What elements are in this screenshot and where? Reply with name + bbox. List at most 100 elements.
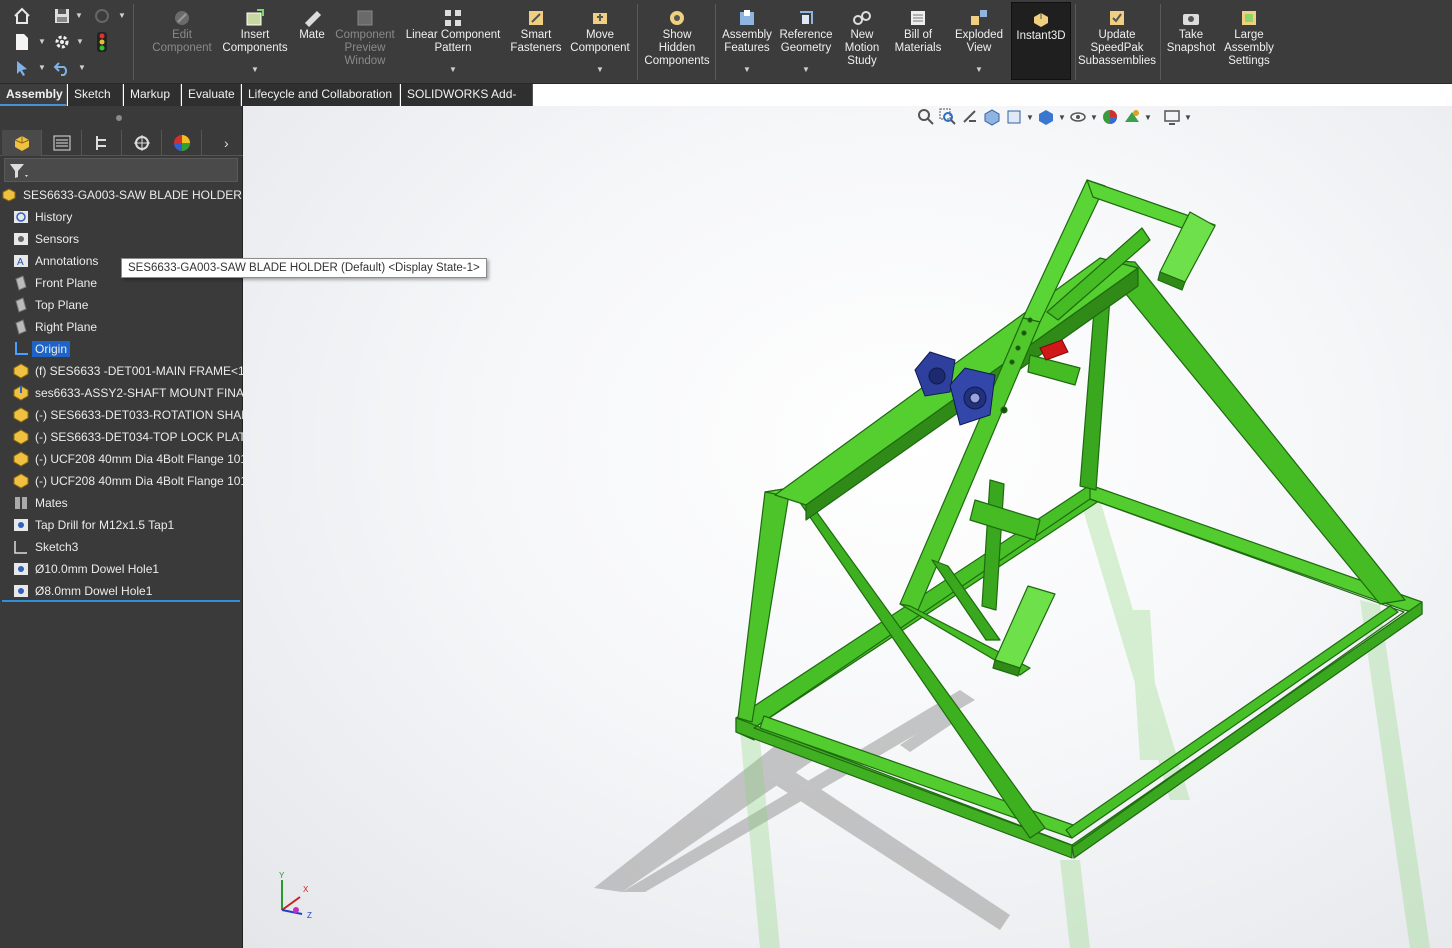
preview-window-icon xyxy=(357,10,373,26)
move-component-dropdown-icon[interactable]: ▼ xyxy=(596,63,604,76)
tree-item-flange-1[interactable]: (-) UCF208 40mm Dia 4Bolt Flange 101( xyxy=(0,448,243,470)
tab-solidworks-addins[interactable]: SOLIDWORKS Add-Ins xyxy=(401,84,533,122)
coordinate-triad: Y X Z xyxy=(279,871,312,920)
home-icon[interactable] xyxy=(12,6,32,26)
display-manager-icon xyxy=(173,135,190,151)
property-manager-tab[interactable] xyxy=(42,130,82,156)
bill-of-materials-button[interactable]: Bill of Materials xyxy=(894,2,942,80)
display-manager-tab[interactable] xyxy=(162,130,202,156)
undo-dropdown-icon[interactable]: ▼ xyxy=(78,64,86,72)
select-dropdown-icon[interactable]: ▼ xyxy=(38,64,46,72)
toolbar-divider xyxy=(133,4,134,80)
assembly-features-icon xyxy=(740,10,754,25)
new-dropdown-icon[interactable]: ▼ xyxy=(38,38,46,46)
filter-icon xyxy=(10,164,28,178)
reference-geometry-dropdown-icon[interactable]: ▼ xyxy=(802,63,810,76)
toolbar-divider xyxy=(637,4,638,80)
panel-tabs-more-icon[interactable]: › xyxy=(224,135,229,151)
move-component-button[interactable]: Move Component ▼ xyxy=(568,2,632,80)
tree-item-sensors[interactable]: Sensors xyxy=(0,228,243,250)
take-snapshot-button[interactable]: Take Snapshot xyxy=(1163,2,1219,80)
save-dropdown-icon[interactable]: ▼ xyxy=(75,12,83,20)
part-icon xyxy=(12,451,30,467)
annotations-icon: A xyxy=(12,253,30,269)
command-manager-tabs: Assembly Sketch Markup Evaluate Lifecycl… xyxy=(0,84,1452,122)
tree-item-main-frame[interactable]: (f) SES6633 -DET001-MAIN FRAME<1> xyxy=(0,360,243,382)
toolbar-divider xyxy=(1075,4,1076,80)
main-frame xyxy=(735,179,1423,859)
tab-lifecycle-collaboration[interactable]: Lifecycle and Collaboration xyxy=(242,84,400,106)
large-assembly-settings-button[interactable]: Large Assembly Settings xyxy=(1222,2,1276,80)
new-document-icon[interactable] xyxy=(12,32,32,52)
rebuild-icon xyxy=(92,6,112,26)
save-icon[interactable] xyxy=(52,6,72,26)
instant3d-button[interactable]: Instant3D xyxy=(1011,2,1071,80)
dimxpert-icon xyxy=(133,135,150,151)
triad-y-label: Y xyxy=(279,871,285,880)
insert-dropdown-icon[interactable]: ▼ xyxy=(251,63,259,76)
part-icon xyxy=(12,473,30,489)
origin-icon xyxy=(12,341,30,357)
tree-item-history[interactable]: History xyxy=(0,206,243,228)
traffic-light-icon[interactable] xyxy=(92,32,112,52)
tree-item-sketch3[interactable]: Sketch3 xyxy=(0,536,243,558)
undo-icon[interactable] xyxy=(52,58,72,78)
assembly-features-dropdown-icon[interactable]: ▼ xyxy=(743,63,751,76)
panel-grip-icon[interactable] xyxy=(116,115,122,121)
toolbar-divider xyxy=(715,4,716,80)
reference-geometry-icon xyxy=(800,11,813,24)
feature-manager-tab[interactable] xyxy=(2,130,42,156)
tree-item-dowel-hole-8[interactable]: Ø8.0mm Dowel Hole1 xyxy=(0,580,243,602)
reference-geometry-button[interactable]: Reference Geometry ▼ xyxy=(778,2,834,80)
model-view[interactable]: Y X Z xyxy=(243,106,1452,948)
tree-filter[interactable] xyxy=(4,158,238,182)
tree-item-flange-2[interactable]: (-) UCF208 40mm Dia 4Bolt Flange 101( xyxy=(0,470,243,492)
show-hidden-components-button[interactable]: Show Hidden Components xyxy=(642,2,712,80)
exploded-view-dropdown-icon[interactable]: ▼ xyxy=(975,63,983,76)
linear-component-pattern-button[interactable]: Linear Component Pattern ▼ xyxy=(404,2,502,80)
insert-components-button[interactable]: Insert Components ▼ xyxy=(220,2,290,80)
update-speedpak-button[interactable]: Update SpeedPak Subassemblies xyxy=(1078,2,1156,80)
component-preview-window-button[interactable]: Component Preview Window xyxy=(332,2,398,80)
hole-icon xyxy=(12,517,30,533)
mate-icon xyxy=(304,10,322,28)
tab-sketch[interactable]: Sketch xyxy=(68,84,123,106)
snapshot-icon xyxy=(1183,14,1199,25)
triad-z-axis xyxy=(281,909,303,915)
tree-item-shaft-mount[interactable]: ses6633-ASSY2-SHAFT MOUNT FINAL< xyxy=(0,382,243,404)
tree-item-top-lock-plate[interactable]: (-) SES6633-DET034-TOP LOCK PLATE< xyxy=(0,426,243,448)
tree-root-assembly[interactable]: SES6633-GA003-SAW BLADE HOLDER (Defa xyxy=(0,184,243,206)
mates-icon xyxy=(12,495,30,511)
new-motion-study-button[interactable]: New Motion Study xyxy=(838,2,886,80)
linear-pattern-dropdown-icon[interactable]: ▼ xyxy=(449,63,457,76)
dimxpert-manager-tab[interactable] xyxy=(122,130,162,156)
select-cursor-icon[interactable] xyxy=(12,58,32,78)
exploded-view-button[interactable]: Exploded View ▼ xyxy=(950,2,1008,80)
tree-item-tap-drill[interactable]: Tap Drill for M12x1.5 Tap1 xyxy=(0,514,243,536)
hole-icon xyxy=(12,583,30,599)
tab-markup[interactable]: Markup xyxy=(124,84,181,106)
instant3d-icon xyxy=(1034,13,1048,27)
options-dropdown-icon[interactable]: ▼ xyxy=(76,38,84,46)
tree-item-mates[interactable]: Mates xyxy=(0,492,243,514)
assembly-features-button[interactable]: Assembly Features ▼ xyxy=(720,2,774,80)
smart-fasteners-button[interactable]: Smart Fasteners xyxy=(508,2,564,80)
mate-button[interactable]: Mate xyxy=(292,2,332,80)
tree-item-rotation-shaft[interactable]: (-) SES6633-DET033-ROTATION SHAFT< xyxy=(0,404,243,426)
tree-item-origin[interactable]: Origin xyxy=(0,338,243,360)
rollback-bar[interactable] xyxy=(2,600,240,602)
graphics-area[interactable]: ▼ ▼ ▼ ▼ ▼ Y X Z xyxy=(243,106,1452,948)
tab-evaluate[interactable]: Evaluate xyxy=(182,84,241,106)
property-manager-icon xyxy=(53,135,70,151)
tree-item-dowel-hole-10[interactable]: Ø10.0mm Dowel Hole1 xyxy=(0,558,243,580)
tab-assembly[interactable]: Assembly xyxy=(0,84,67,106)
configuration-manager-tab[interactable] xyxy=(82,130,122,156)
tree-item-right-plane[interactable]: Right Plane xyxy=(0,316,243,338)
rebuild-dropdown-icon: ▼ xyxy=(118,11,126,20)
speedpak-icon xyxy=(1110,11,1124,25)
assembly-icon xyxy=(0,187,18,203)
tree-item-top-plane[interactable]: Top Plane xyxy=(0,294,243,316)
options-gear-icon[interactable] xyxy=(52,32,72,52)
smart-fasteners-icon xyxy=(529,11,543,25)
edit-component-button[interactable]: Edit Component xyxy=(148,2,216,80)
